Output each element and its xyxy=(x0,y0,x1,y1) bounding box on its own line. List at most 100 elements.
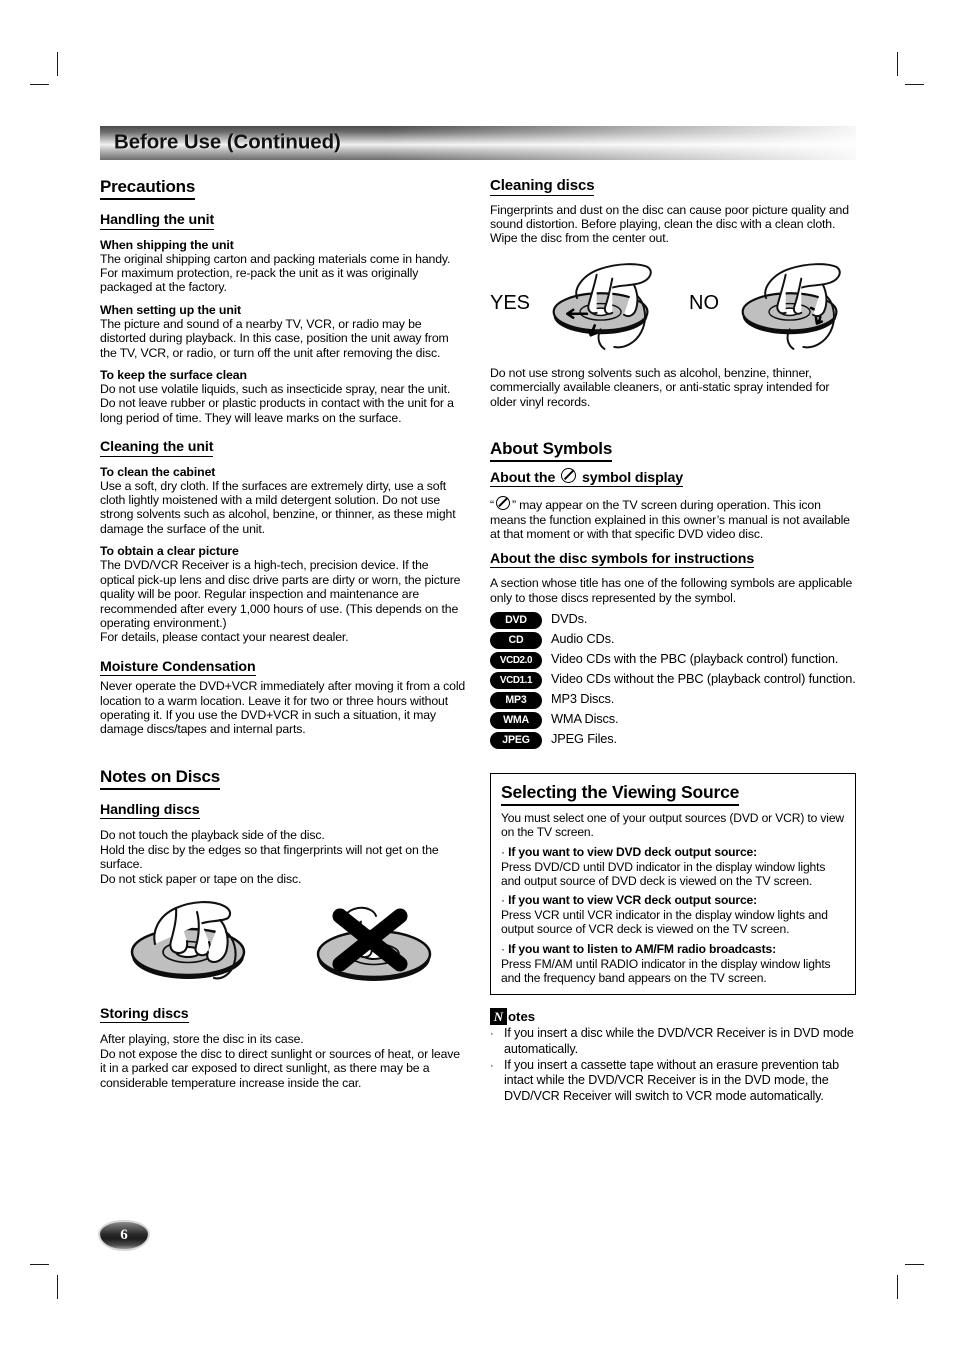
open-quote: “ xyxy=(490,498,494,513)
section-heading-notes-on-discs: Notes on Discs xyxy=(100,767,220,790)
page-number-badge: 6 xyxy=(100,1222,148,1249)
selecting-viewing-source-box: Selecting the Viewing Source You must se… xyxy=(490,772,856,996)
bullet-title-radio-source: If you want to listen to AM/FM radio bro… xyxy=(508,941,776,956)
symbol-description-vcd11: Video CDs without the PBC (playback cont… xyxy=(551,670,856,686)
subheading-cleaning-discs: Cleaning discs xyxy=(490,177,595,196)
disc-cleaning-illustrations: YES NO xyxy=(490,252,856,356)
label-no: NO xyxy=(689,292,720,315)
badge-cd: CD xyxy=(490,631,542,649)
symbol-description-vcd20: Video CDs with the PBC (playback control… xyxy=(551,650,839,666)
no-symbol-icon xyxy=(561,467,577,483)
paragraph-moisture-condensation: Never operate the DVD+VCR immediately af… xyxy=(100,679,466,737)
paragraph-cleaning-discs: Fingerprints and dust on the disc can ca… xyxy=(490,202,849,246)
badge-dvd: DVD xyxy=(490,611,542,629)
crop-mark-top-left-vertical xyxy=(57,52,58,76)
badge-mp3: MP3 xyxy=(490,691,542,709)
label-yes: YES xyxy=(490,292,531,315)
list-item: JPEG JPEG Files. xyxy=(490,731,856,749)
badge-vcd11: VCD1.1 xyxy=(490,671,542,689)
note-text-1: If you insert a disc while the DVD/VCR R… xyxy=(504,1026,854,1056)
section-heading-precautions: Precautions xyxy=(100,177,195,200)
paragraph-storing-discs: After playing, store the disc in its cas… xyxy=(100,1032,460,1090)
paragraph-no-symbol-explanation: “” may appear on the TV screen during op… xyxy=(490,496,856,541)
page-header-banner: Before Use (Continued) xyxy=(100,126,856,160)
badge-wma: WMA xyxy=(490,711,542,729)
subheading-cleaning-the-unit: Cleaning the unit xyxy=(100,439,214,457)
crop-mark-top-right-horizontal xyxy=(905,84,924,85)
bullet-dot: · xyxy=(490,1059,494,1072)
notes-label: otes xyxy=(508,1009,536,1025)
paragraph-disc-symbols-intro: A section whose title has one of the fol… xyxy=(490,576,853,605)
crop-mark-bottom-left-horizontal xyxy=(30,1264,49,1265)
paragraph-when-setting-up: The picture and sound of a nearby TV, VC… xyxy=(100,316,449,360)
crop-mark-top-left-horizontal xyxy=(30,84,49,85)
symbol-description-dvd: DVDs. xyxy=(551,610,588,626)
notes-heading: N otes xyxy=(490,1008,856,1026)
minor-heading-keep-surface-clean: To keep the surface clean xyxy=(100,367,247,382)
crop-mark-top-right-vertical xyxy=(897,52,898,76)
section-heading-about-symbols: About Symbols xyxy=(490,439,612,462)
list-item: · If you insert a disc while the DVD/VCR… xyxy=(490,1026,856,1057)
two-column-layout: Precautions Handling the unit When shipp… xyxy=(100,177,856,1104)
bullet-heading-radio-source: · If you want to listen to AM/FM radio b… xyxy=(501,942,845,956)
disc-symbol-list: DVD DVDs. CD Audio CDs. VCD2.0 Video CDs… xyxy=(490,611,856,749)
disc-hold-correct-icon xyxy=(130,901,246,980)
paragraph-handling-discs: Do not touch the playback side of the di… xyxy=(100,828,439,886)
page-content: Before Use (Continued) Precautions Handl… xyxy=(100,126,856,1104)
minor-heading-when-shipping: When shipping the unit xyxy=(100,237,234,252)
subheading-moisture-condensation: Moisture Condensation xyxy=(100,658,256,677)
disc-wipe-center-out-icon xyxy=(552,262,652,350)
subheading-handling-discs: Handling discs xyxy=(100,801,200,820)
subheading-about-no-symbol-display: About the symbol display xyxy=(490,467,684,488)
list-item: · If you insert a cassette tape without … xyxy=(490,1058,856,1105)
bullet-dot: · xyxy=(501,893,505,908)
symbol-description-jpeg: JPEG Files. xyxy=(551,730,617,746)
minor-heading-when-setting-up: When setting up the unit xyxy=(100,302,242,317)
about-the-text: About the xyxy=(490,469,556,486)
crop-mark-bottom-left-vertical xyxy=(57,1275,58,1299)
disc-touch-prohibited-icon xyxy=(316,906,432,981)
page-title: Before Use (Continued) xyxy=(114,130,341,154)
paragraph-when-shipping: The original shipping carton and packing… xyxy=(100,251,451,295)
no-symbol-explanation-text: ” may appear on the TV screen during ope… xyxy=(490,498,850,542)
list-item: VCD1.1 Video CDs without the PBC (playba… xyxy=(490,671,856,689)
subheading-handling-the-unit: Handling the unit xyxy=(100,212,215,230)
symbol-description-wma: WMA Discs. xyxy=(551,710,619,726)
bullet-heading-dvd-source: · If you want to view DVD deck output so… xyxy=(501,845,845,859)
bullet-title-dvd-source: If you want to view DVD deck output sour… xyxy=(508,844,757,859)
badge-jpeg: JPEG xyxy=(490,731,542,749)
crop-mark-bottom-right-vertical xyxy=(897,1275,898,1299)
left-column: Precautions Handling the unit When shipp… xyxy=(100,177,466,1104)
right-column: Cleaning discs Fingerprints and dust on … xyxy=(490,177,856,1104)
list-item: WMA WMA Discs. xyxy=(490,711,856,729)
no-symbol-inline-icon xyxy=(495,496,510,511)
disc-handling-illustrations xyxy=(100,896,466,988)
disc-wipe-circular-icon xyxy=(741,262,841,350)
minor-heading-clean-cabinet: To clean the cabinet xyxy=(100,464,216,479)
badge-vcd20: VCD2.0 xyxy=(490,651,542,669)
note-text-2: If you insert a cassette tape without an… xyxy=(504,1057,839,1103)
crop-mark-bottom-right-horizontal xyxy=(905,1264,924,1265)
paragraph-keep-surface-clean: Do not use volatile liquids, such as ins… xyxy=(100,381,454,425)
list-item: DVD DVDs. xyxy=(490,611,856,629)
list-item: VCD2.0 Video CDs with the PBC (playback … xyxy=(490,651,856,669)
list-item: CD Audio CDs. xyxy=(490,631,856,649)
paragraph-vcr-source: Press VCR until VCR indicator in the dis… xyxy=(501,908,828,937)
paragraph-viewing-source-intro: You must select one of your output sourc… xyxy=(501,810,844,840)
paragraph-clean-cabinet: Use a soft, dry cloth. If the surfaces a… xyxy=(100,478,456,536)
paragraph-clear-picture: The DVD/VCR Receiver is a high-tech, pre… xyxy=(100,558,461,645)
notes-n-icon: N xyxy=(490,1008,507,1026)
paragraph-radio-source: Press FM/AM until RADIO indicator in the… xyxy=(501,956,831,986)
symbol-description-cd: Audio CDs. xyxy=(551,630,615,646)
bullet-dot: · xyxy=(501,941,505,956)
section-heading-selecting-viewing-source: Selecting the Viewing Source xyxy=(501,782,739,806)
bullet-heading-vcr-source: · If you want to view VCR deck output so… xyxy=(501,893,845,907)
symbol-display-text: symbol display xyxy=(581,469,684,486)
subheading-storing-discs: Storing discs xyxy=(100,1005,189,1024)
bullet-dot: · xyxy=(490,1028,494,1041)
bullet-dot: · xyxy=(501,844,505,859)
symbol-description-mp3: MP3 Discs. xyxy=(551,690,615,706)
notes-section: N otes · If you insert a disc while the … xyxy=(490,1008,856,1104)
paragraph-no-strong-solvents: Do not use strong solvents such as alcoh… xyxy=(490,365,830,409)
bullet-title-vcr-source: If you want to view VCR deck output sour… xyxy=(508,893,757,908)
